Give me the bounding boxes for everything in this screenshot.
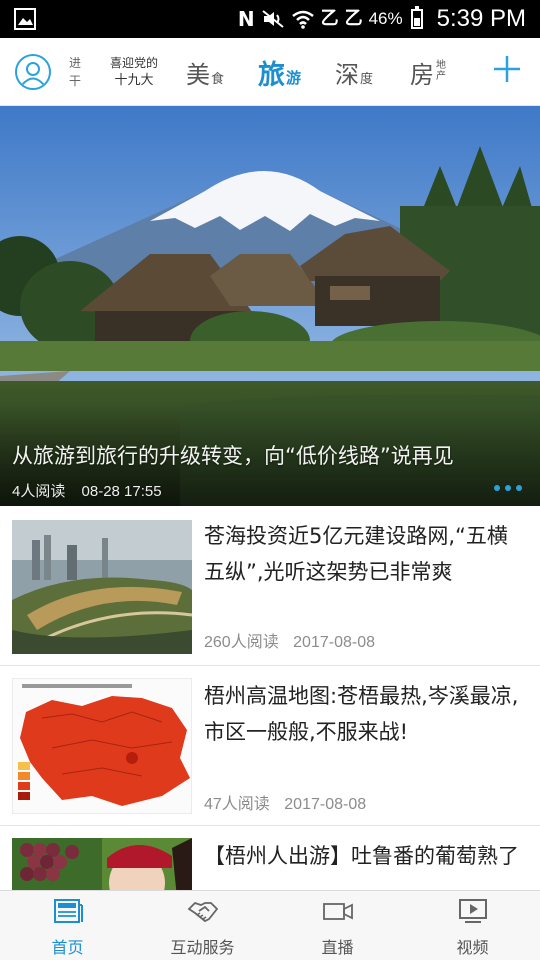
- carousel-dot[interactable]: [494, 485, 500, 491]
- tab-travel[interactable]: 旅 游: [258, 38, 301, 106]
- nav-video[interactable]: 视频: [405, 891, 540, 960]
- tab-travel-sub: 游: [286, 68, 302, 87]
- tab-partial[interactable]: 进 干: [66, 54, 84, 90]
- hero-time: 08-28 17:55: [81, 483, 162, 500]
- tab-food[interactable]: 美 食: [186, 38, 224, 106]
- tab-special-top: 喜迎党的: [109, 56, 158, 70]
- nav-service-label: 互动服务: [170, 938, 235, 957]
- tab-house-sub: 地 产: [436, 60, 446, 82]
- add-channel-icon[interactable]: [492, 54, 522, 84]
- city-aerial-image: [12, 520, 192, 654]
- tab-partial-bottom: 干: [68, 74, 81, 88]
- carousel-dot[interactable]: [505, 485, 511, 491]
- nav-service[interactable]: 互动服务: [135, 891, 270, 960]
- n-icon: N: [237, 7, 255, 31]
- news-meta: 47人阅读 2017-08-08: [204, 790, 376, 814]
- gallery-icon: [14, 8, 36, 30]
- carousel-dot[interactable]: [516, 485, 522, 491]
- tab-house-sub-bottom: 产: [436, 71, 446, 82]
- tab-house[interactable]: 房 地 产: [410, 38, 446, 106]
- news-icon: [53, 899, 83, 923]
- news-thumbnail: [12, 520, 192, 654]
- hero-reads: 4人阅读: [12, 483, 66, 500]
- tab-travel-main: 旅: [258, 59, 285, 91]
- news-title[interactable]: 【梧州人出游】吐鲁番的葡萄熟了: [204, 838, 526, 874]
- grapes-image: [12, 838, 192, 890]
- tab-depth[interactable]: 深 度: [335, 38, 373, 106]
- tab-depth-main: 深: [335, 60, 359, 89]
- news-item[interactable]: 苍海投资近5亿元建设路网,“五横五纵”,光听这架势已非常爽 260人阅读 201…: [0, 506, 540, 666]
- tab-partial-top: 进: [68, 56, 81, 70]
- nav-home[interactable]: 首页: [0, 891, 135, 960]
- news-item[interactable]: 【梧州人出游】吐鲁番的葡萄熟了: [0, 826, 540, 890]
- tab-house-main: 房: [410, 60, 434, 89]
- news-title[interactable]: 梧州高温地图:苍梧最热,岑溪最凉,市区一般般,不服来战!: [204, 678, 526, 750]
- hero-banner[interactable]: 从旅游到旅行的升级转变，向“低价线路”说再见 4人阅读 08-28 17:55: [0, 106, 540, 506]
- tab-special-topic[interactable]: 喜迎党的 十九大: [104, 54, 164, 90]
- tab-house-sub-top: 地: [436, 60, 446, 71]
- nav-live[interactable]: 直播: [270, 891, 405, 960]
- mute-icon: [261, 10, 284, 28]
- app-screen: N 乙 乙 46% 5:39 PM 进 干 喜迎党的 十九大 美 食 旅 游 深…: [0, 0, 540, 960]
- battery-percent: 46%: [368, 9, 403, 28]
- video-camera-icon: [322, 903, 353, 920]
- bottom-navigation: 首页 互动服务 直播 视频: [0, 890, 540, 960]
- temperature-map-image: [12, 678, 192, 814]
- wifi-icon: [291, 10, 314, 29]
- news-date: 2017-08-08: [293, 634, 375, 651]
- news-meta: 260人阅读 2017-08-08: [204, 628, 385, 652]
- news-thumbnail: [12, 678, 192, 814]
- carousel-dots: [494, 485, 522, 491]
- hero-title[interactable]: 从旅游到旅行的升级转变，向“低价线路”说再见: [12, 440, 454, 470]
- news-item[interactable]: 梧州高温地图:苍梧最热,岑溪最凉,市区一般般,不服来战! 47人阅读 2017-…: [0, 666, 540, 826]
- tab-food-sub: 食: [211, 71, 225, 87]
- channel-tab-bar: 进 干 喜迎党的 十九大 美 食 旅 游 深 度 房 地 产: [0, 38, 540, 106]
- play-screen-icon: [458, 899, 487, 923]
- tab-special-bottom: 十九大: [114, 73, 154, 88]
- nav-video-label: 视频: [456, 938, 489, 957]
- tab-depth-sub: 度: [360, 71, 374, 87]
- battery-icon: [410, 6, 423, 29]
- clock: 5:39 PM: [436, 5, 526, 32]
- news-thumbnail: [12, 838, 192, 890]
- signal-icon: 乙: [320, 8, 339, 29]
- nav-home-label: 首页: [51, 938, 84, 957]
- user-icon: [21, 62, 45, 86]
- user-avatar-button[interactable]: [15, 54, 51, 90]
- handshake-icon: [187, 901, 218, 923]
- news-reads: 47人阅读: [204, 796, 270, 813]
- nav-live-label: 直播: [321, 938, 354, 957]
- hero-meta: 4人阅读 08-28 17:55: [12, 480, 174, 501]
- news-date: 2017-08-08: [284, 796, 367, 813]
- tab-food-main: 美: [186, 60, 210, 89]
- news-reads: 260人阅读: [204, 634, 279, 651]
- signal-icon: 乙: [344, 8, 363, 29]
- news-title[interactable]: 苍海投资近5亿元建设路网,“五横五纵”,光听这架势已非常爽: [204, 518, 526, 590]
- status-bar: N 乙 乙 46% 5:39 PM: [0, 0, 540, 38]
